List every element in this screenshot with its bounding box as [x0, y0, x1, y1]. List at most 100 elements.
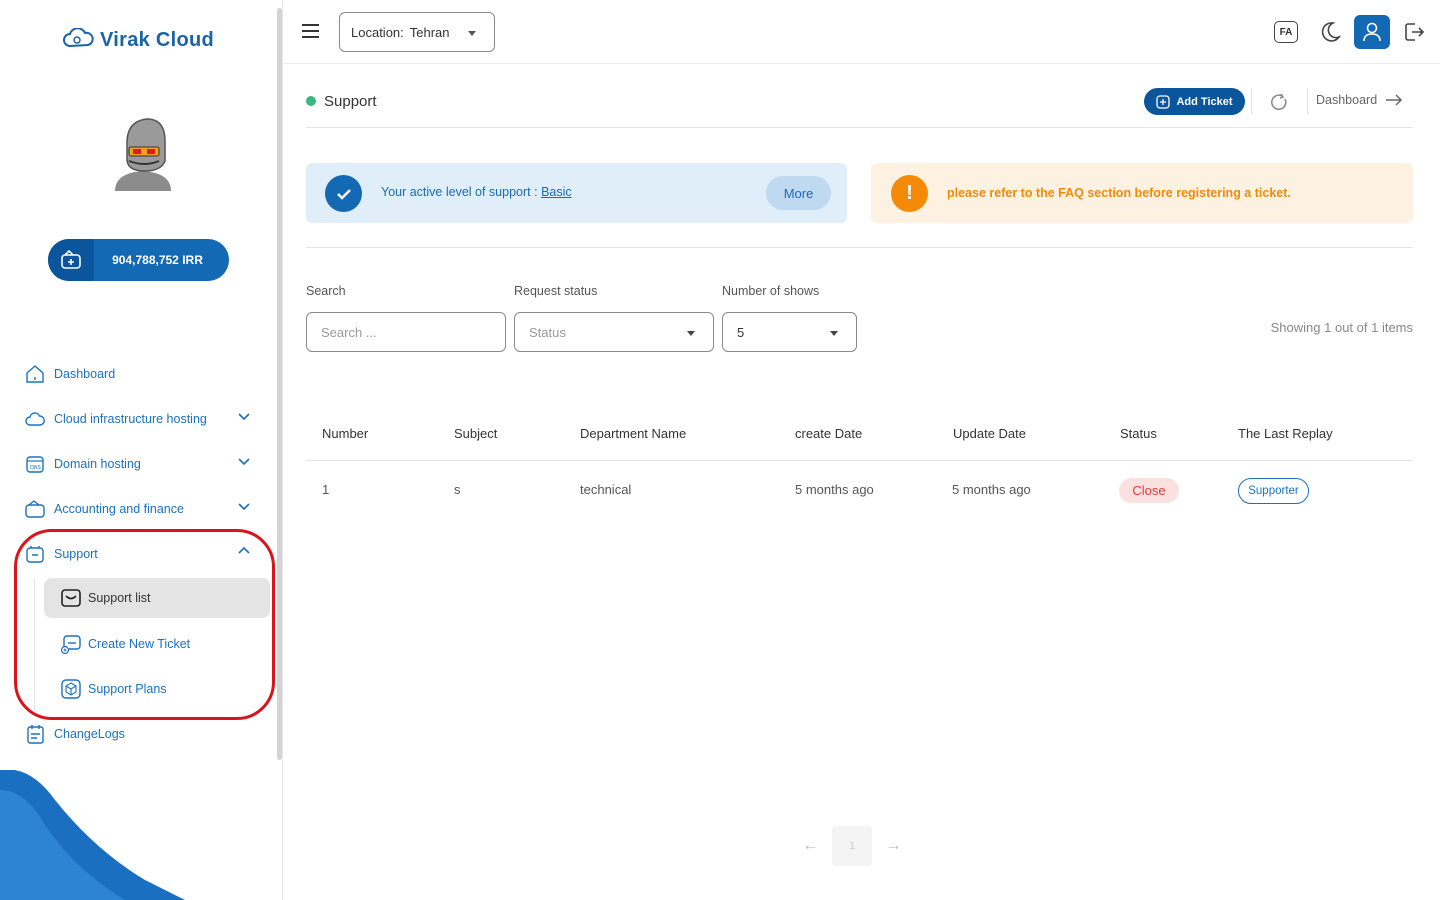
user-avatar[interactable]: [105, 113, 181, 193]
location-select[interactable]: Location: Tehran: [339, 12, 495, 52]
check-icon: [325, 175, 362, 212]
sidebar: Virak Cloud 904,788,752 IRR Dashboard Cl…: [0, 0, 283, 900]
faq-alert: ! please refer to the FAQ section before…: [871, 163, 1413, 223]
support-submenu: Support list Create New Ticket Support P…: [34, 578, 270, 711]
refresh-button[interactable]: [1268, 91, 1290, 113]
inbox-icon: [60, 587, 82, 609]
sidebar-item-support[interactable]: Support: [0, 531, 270, 576]
topbar: Location: Tehran FA: [283, 0, 1440, 64]
sidebar-subitem-label: Support Plans: [88, 681, 167, 696]
cell-create-date: 5 months ago: [795, 482, 874, 497]
column-last-reply: The Last Replay: [1238, 426, 1333, 441]
language-icon: FA: [1274, 21, 1298, 43]
alerts-row: Your active level of support : Basic Mor…: [306, 163, 1413, 223]
dark-mode-toggle[interactable]: [1312, 15, 1348, 49]
logout-button[interactable]: [1396, 15, 1432, 49]
support-icon: [24, 543, 46, 565]
tickets-table: Number Subject Department Name create Da…: [306, 408, 1413, 523]
search-input[interactable]: Search ...: [306, 312, 506, 352]
number-of-shows-select[interactable]: 5: [722, 312, 857, 352]
support-level-link[interactable]: Basic: [541, 185, 572, 199]
prev-page-arrow-icon[interactable]: ←: [797, 826, 824, 866]
more-button[interactable]: More: [766, 176, 831, 210]
sidebar-subitem-label: Support list: [88, 591, 151, 605]
divider: [1251, 88, 1252, 114]
showing-count: Showing 1 out of 1 items: [1270, 320, 1413, 335]
status-dot: [306, 96, 316, 106]
cell-number: 1: [322, 482, 330, 497]
sidebar-scrollbar[interactable]: [277, 8, 282, 760]
sidebar-subitem-create-ticket[interactable]: Create New Ticket: [44, 621, 270, 666]
search-label: Search: [306, 284, 346, 298]
add-ticket-button[interactable]: Add Ticket: [1144, 88, 1245, 115]
sidebar-item-domain-hosting[interactable]: DNS Domain hosting: [0, 441, 270, 486]
sidebar-item-cloud-infrastructure[interactable]: Cloud infrastructure hosting: [0, 396, 270, 441]
status-badge: Close: [1119, 478, 1179, 503]
language-toggle-button[interactable]: FA: [1268, 15, 1304, 49]
new-ticket-icon: [60, 633, 82, 655]
search-placeholder: Search ...: [321, 324, 377, 340]
section-divider: [306, 247, 1413, 248]
column-create-date: create Date: [795, 426, 863, 441]
sidebar-item-label: Support: [54, 546, 98, 561]
main-content: Support Add Ticket Dashboard Your active…: [306, 64, 1413, 504]
cell-update-date: 5 months ago: [952, 482, 1031, 497]
next-page-arrow-icon[interactable]: →: [880, 826, 907, 866]
sidebar-item-dashboard[interactable]: Dashboard: [0, 351, 270, 396]
wallet-amount: 904,788,752 IRR: [112, 253, 203, 267]
arrow-right-icon: [1386, 94, 1403, 106]
page-header: Support Add Ticket Dashboard: [306, 64, 1413, 128]
box-icon: [60, 678, 82, 700]
support-level-text: Your active level of support : Basic: [381, 185, 572, 199]
plus-square-icon: [1156, 94, 1171, 109]
chevron-down-icon[interactable]: [238, 500, 250, 515]
sidebar-item-label: Domain hosting: [54, 456, 141, 471]
chevron-up-icon[interactable]: [238, 545, 250, 560]
wallet-add-icon: [48, 239, 94, 281]
dashboard-link[interactable]: Dashboard: [1316, 93, 1403, 107]
support-level-alert: Your active level of support : Basic Mor…: [306, 163, 847, 223]
chevron-down-icon[interactable]: [238, 410, 250, 425]
changelog-icon: [24, 723, 46, 745]
cloud-icon: [24, 408, 46, 430]
sidebar-item-label: ChangeLogs: [54, 726, 125, 741]
svg-text:DNS: DNS: [30, 465, 41, 471]
cell-subject: s: [454, 482, 461, 497]
faq-alert-text: please refer to the FAQ section before r…: [947, 186, 1291, 200]
sidebar-item-label: Accounting and finance: [54, 501, 184, 516]
column-status: Status: [1120, 426, 1157, 441]
wallet-balance-button[interactable]: 904,788,752 IRR: [48, 239, 229, 281]
sidebar-subitem-support-plans[interactable]: Support Plans: [44, 666, 270, 711]
virak-cloud-logo-icon: [63, 28, 94, 48]
sidebar-nav: Dashboard Cloud infrastructure hosting D…: [0, 351, 270, 756]
support-level-prefix: Your active level of support :: [381, 185, 538, 199]
chevron-down-icon[interactable]: [238, 455, 250, 470]
logo[interactable]: Virak Cloud: [62, 28, 214, 52]
sidebar-subitem-label: Create New Ticket: [88, 636, 191, 651]
sidebar-item-label: Cloud infrastructure hosting: [54, 411, 207, 426]
location-label: Location:: [351, 24, 404, 40]
sidebar-item-changelogs[interactable]: ChangeLogs: [0, 711, 270, 756]
column-department: Department Name: [580, 426, 687, 441]
filters-row: Search Search ... Request status Status …: [306, 284, 1413, 354]
caret-down-icon: [468, 31, 476, 36]
brand-name: Virak Cloud: [100, 28, 215, 51]
sidebar-item-label: Dashboard: [54, 366, 116, 381]
sidebar-item-accounting[interactable]: Accounting and finance: [0, 486, 270, 531]
table-row[interactable]: 1 s technical 5 months ago 5 months ago …: [306, 461, 1413, 523]
caret-down-icon: [830, 331, 838, 336]
cell-department: technical: [580, 482, 632, 497]
home-icon: [24, 363, 46, 385]
column-update-date: Update Date: [953, 426, 1026, 441]
sidebar-subitem-support-list[interactable]: Support list: [44, 578, 270, 618]
decorative-wave: [0, 770, 185, 900]
pagination: ← 1 →: [797, 826, 907, 866]
status-select[interactable]: Status: [514, 312, 714, 352]
hamburger-menu-icon[interactable]: [301, 22, 321, 40]
add-ticket-label: Add Ticket: [1176, 95, 1233, 108]
refresh-icon: [1271, 93, 1287, 110]
location-value: Tehran: [409, 24, 450, 40]
caret-down-icon: [687, 331, 695, 336]
page-number[interactable]: 1: [832, 826, 872, 866]
user-profile-button[interactable]: [1354, 15, 1390, 49]
